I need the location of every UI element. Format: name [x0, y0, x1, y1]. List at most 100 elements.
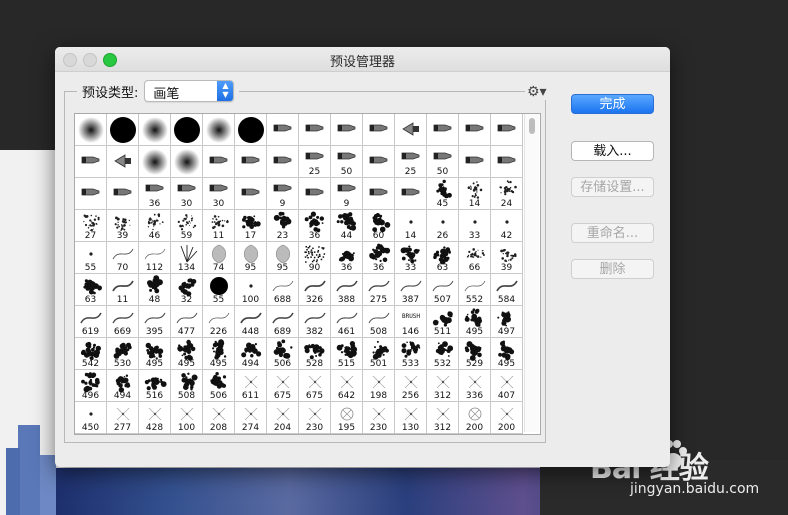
brush-tile[interactable]: 448: [235, 306, 267, 338]
brush-tile[interactable]: 50: [427, 146, 459, 178]
brush-tile[interactable]: 274: [235, 402, 267, 434]
brush-tile[interactable]: 30: [171, 178, 203, 210]
brush-tile[interactable]: [427, 114, 459, 146]
brush-tile[interactable]: 230: [363, 402, 395, 434]
brush-tile[interactable]: 494: [235, 338, 267, 370]
brush-tile[interactable]: [491, 114, 523, 146]
brush-tile[interactable]: [363, 114, 395, 146]
brush-tile[interactable]: 95: [235, 242, 267, 274]
brush-tile[interactable]: [459, 114, 491, 146]
brush-tile[interactable]: 50: [331, 146, 363, 178]
brush-tile[interactable]: 428: [139, 402, 171, 434]
brush-tile[interactable]: 312: [427, 402, 459, 434]
brush-tile[interactable]: [331, 114, 363, 146]
rename-button[interactable]: 重命名...: [571, 223, 654, 243]
brush-tile[interactable]: 130: [395, 402, 427, 434]
brush-tile[interactable]: 112: [139, 242, 171, 274]
brush-tile[interactable]: 529: [459, 338, 491, 370]
brush-tile[interactable]: 508: [171, 370, 203, 402]
brush-tile[interactable]: 395: [139, 306, 171, 338]
brush-tile[interactable]: [395, 178, 427, 210]
brush-tile[interactable]: 552: [459, 274, 491, 306]
brush-tile[interactable]: 9: [267, 178, 299, 210]
brush-tile[interactable]: [235, 146, 267, 178]
brush-tile[interactable]: 198: [363, 370, 395, 402]
brush-tile[interactable]: 44: [331, 210, 363, 242]
brush-tile[interactable]: 11: [107, 274, 139, 306]
brush-tile[interactable]: [363, 146, 395, 178]
brush-tile[interactable]: 326: [299, 274, 331, 306]
done-button[interactable]: 完成: [571, 94, 654, 114]
gear-menu-icon[interactable]: ⚙▾: [525, 84, 549, 100]
brush-tile[interactable]: 495: [203, 338, 235, 370]
brush-tile[interactable]: 45: [427, 178, 459, 210]
brush-tile[interactable]: 39: [491, 242, 523, 274]
brush-tile[interactable]: 495: [171, 338, 203, 370]
brush-tile[interactable]: 11: [203, 210, 235, 242]
brush-tile[interactable]: 675: [267, 370, 299, 402]
brush-tile[interactable]: 42: [491, 210, 523, 242]
brush-tile[interactable]: 14: [395, 210, 427, 242]
brush-tile[interactable]: 24: [491, 178, 523, 210]
brush-tile[interactable]: 33: [395, 242, 427, 274]
brush-tile[interactable]: [299, 114, 331, 146]
brush-tile[interactable]: [171, 114, 203, 146]
brush-tile[interactable]: [107, 178, 139, 210]
brush-tile[interactable]: 407: [491, 370, 523, 402]
brush-tile[interactable]: 528: [299, 338, 331, 370]
brush-tile[interactable]: 515: [331, 338, 363, 370]
brush-tile[interactable]: 200: [491, 402, 523, 434]
brush-tile[interactable]: [171, 146, 203, 178]
brush-tile[interactable]: 494: [107, 370, 139, 402]
brush-tile[interactable]: 25: [395, 146, 427, 178]
brush-tile[interactable]: 533: [395, 338, 427, 370]
brush-tile[interactable]: 497: [491, 306, 523, 338]
brush-tile[interactable]: 611: [235, 370, 267, 402]
brush-tile[interactable]: 30: [203, 178, 235, 210]
brush-tile[interactable]: [203, 114, 235, 146]
load-button[interactable]: 载入...: [571, 141, 654, 161]
brush-tile[interactable]: 100: [235, 274, 267, 306]
brush-tile[interactable]: 90: [299, 242, 331, 274]
brush-tile[interactable]: [267, 114, 299, 146]
brush-tile[interactable]: 619: [75, 306, 107, 338]
brush-tile[interactable]: 688: [267, 274, 299, 306]
brush-tile[interactable]: 63: [427, 242, 459, 274]
brush-tile[interactable]: 669: [107, 306, 139, 338]
brush-tile[interactable]: 506: [267, 338, 299, 370]
brush-tile[interactable]: [75, 178, 107, 210]
brush-tile[interactable]: 388: [331, 274, 363, 306]
brush-tile[interactable]: 256: [395, 370, 427, 402]
brush-tile[interactable]: [459, 146, 491, 178]
brush-tile[interactable]: 226: [203, 306, 235, 338]
brush-tile[interactable]: 230: [299, 402, 331, 434]
brush-tile[interactable]: 204: [267, 402, 299, 434]
brush-tile[interactable]: 208: [203, 402, 235, 434]
preset-type-select[interactable]: 画笔 ▲ ▼: [144, 80, 235, 102]
brush-tile[interactable]: 387: [395, 274, 427, 306]
brush-tile[interactable]: 48: [139, 274, 171, 306]
brush-tile[interactable]: 277: [107, 402, 139, 434]
brush-tile[interactable]: [107, 114, 139, 146]
brush-tile[interactable]: 200: [459, 402, 491, 434]
brush-tile[interactable]: 66: [459, 242, 491, 274]
brush-tile[interactable]: [267, 146, 299, 178]
brush-tile[interactable]: [235, 178, 267, 210]
brush-tile[interactable]: 33: [459, 210, 491, 242]
brush-tile[interactable]: 336: [459, 370, 491, 402]
brush-tile[interactable]: [203, 146, 235, 178]
brush-tile[interactable]: 27: [75, 210, 107, 242]
brush-tile[interactable]: [139, 114, 171, 146]
brush-tile[interactable]: 25: [299, 146, 331, 178]
brush-tile[interactable]: 516: [139, 370, 171, 402]
brush-tile[interactable]: [395, 114, 427, 146]
brush-tile[interactable]: 495: [459, 306, 491, 338]
brush-tile[interactable]: 689: [267, 306, 299, 338]
brush-tile[interactable]: 70: [107, 242, 139, 274]
brush-tile[interactable]: BRUSH 146: [395, 306, 427, 338]
brush-tile[interactable]: 532: [427, 338, 459, 370]
brush-tile[interactable]: 495: [491, 338, 523, 370]
brush-tile[interactable]: 55: [203, 274, 235, 306]
brush-tile[interactable]: 95: [267, 242, 299, 274]
brush-tile[interactable]: 530: [107, 338, 139, 370]
